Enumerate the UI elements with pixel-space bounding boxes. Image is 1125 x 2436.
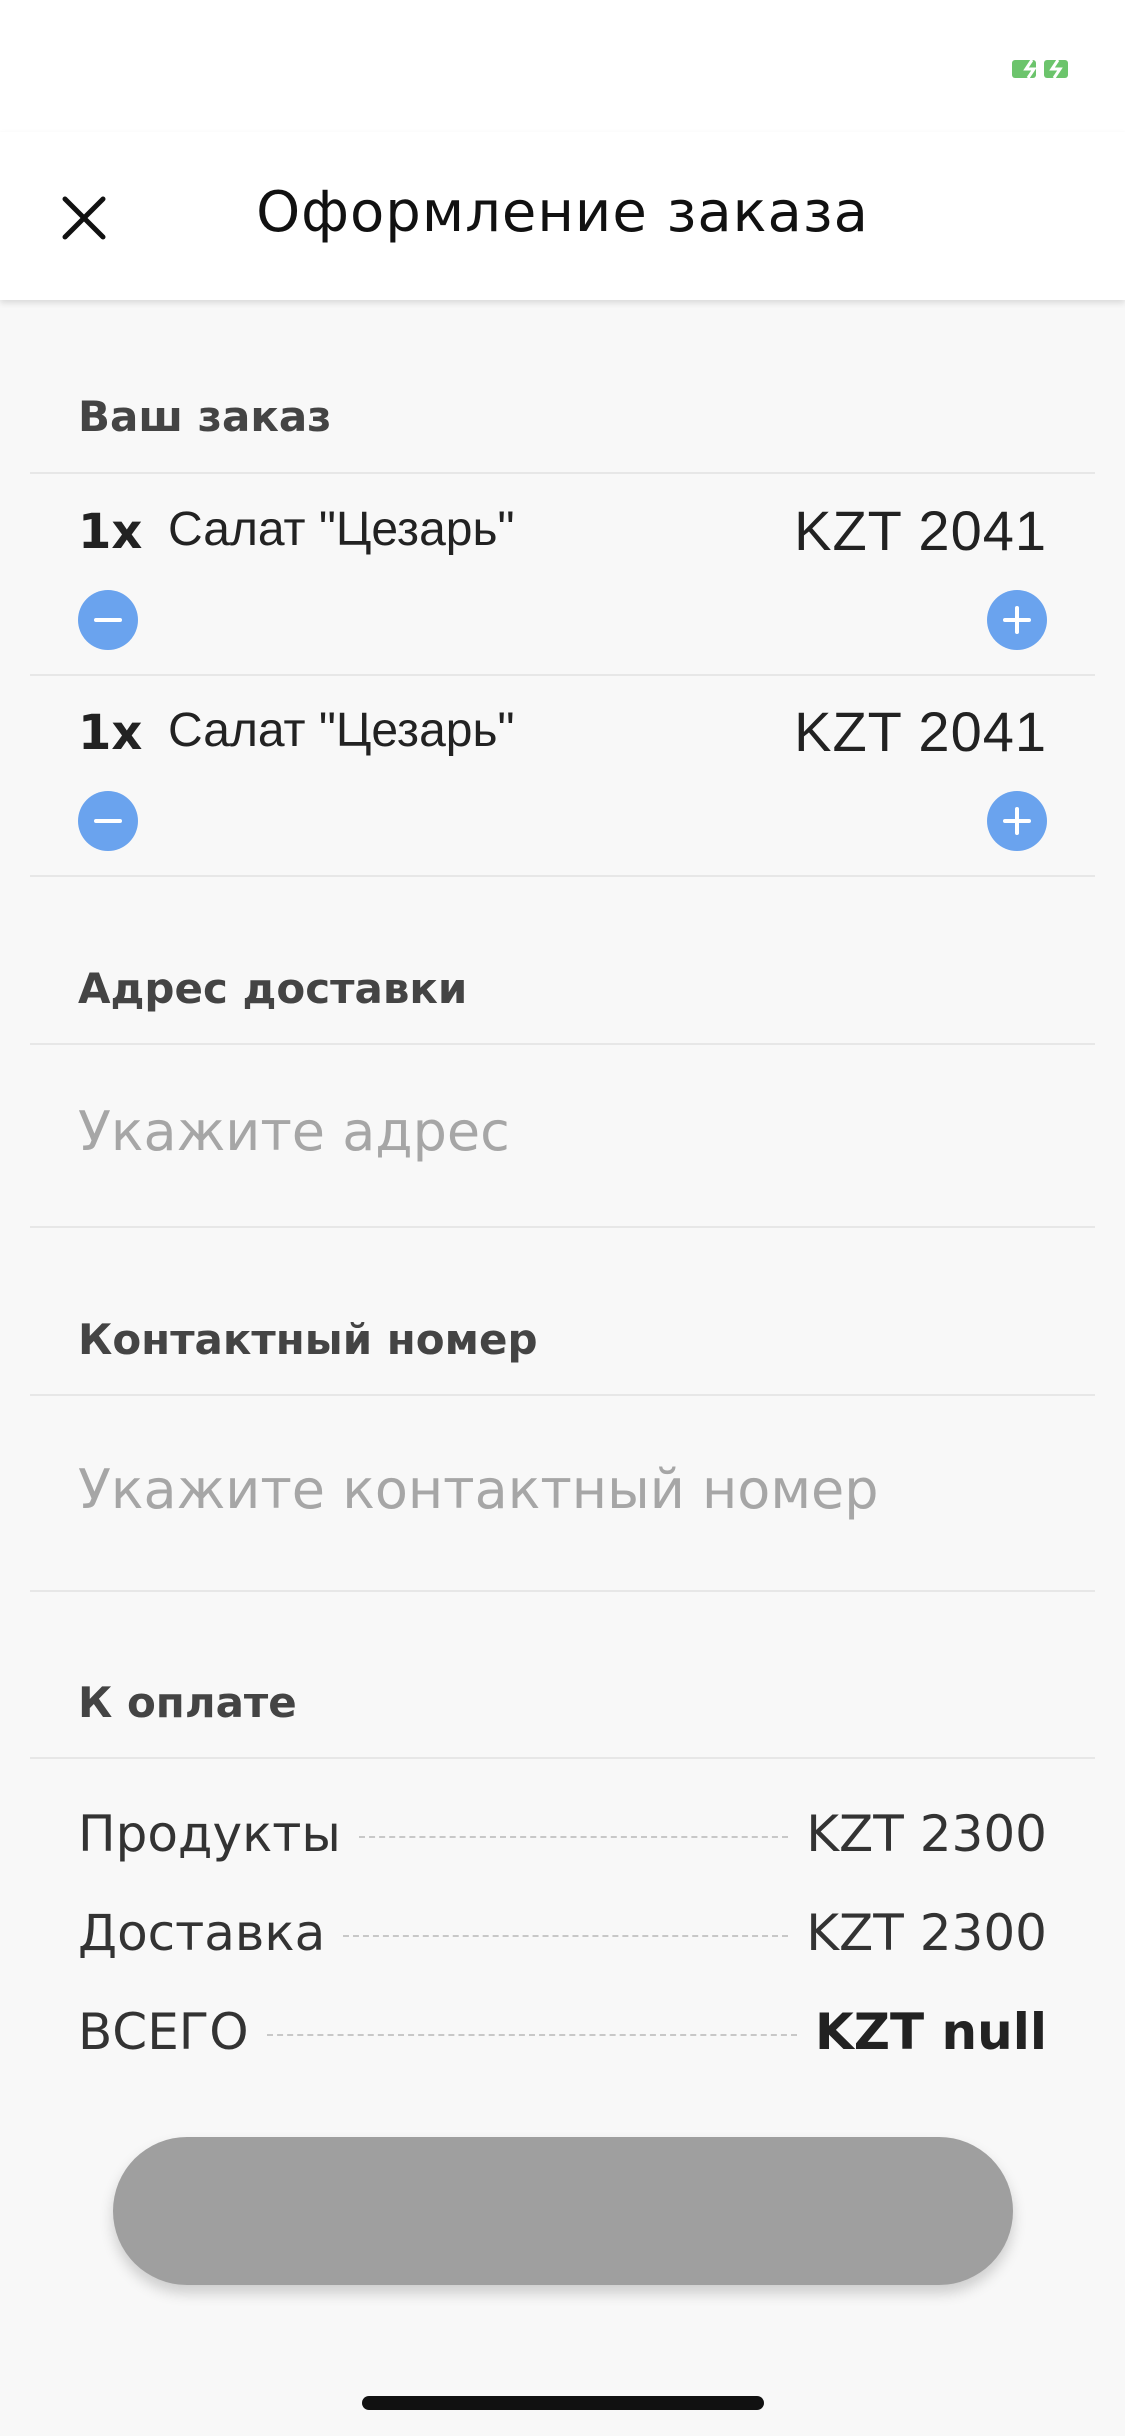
address-input[interactable]: Укажите адрес <box>78 1100 510 1163</box>
page-title: Оформление заказа <box>256 180 869 245</box>
item-quantity: 1x <box>78 504 143 560</box>
summary-value: KZT 2300 <box>806 1805 1047 1863</box>
increase-quantity-button[interactable] <box>987 791 1047 851</box>
divider <box>30 1394 1095 1396</box>
summary-row-delivery: Доставка KZT 2300 <box>78 1898 1047 1968</box>
summary-label: Продукты <box>78 1805 341 1863</box>
summary-row-total: ВСЕГО KZT null <box>78 1997 1047 2067</box>
header-bar: Оформление заказа <box>0 132 1125 300</box>
divider <box>30 1757 1095 1759</box>
divider <box>30 674 1095 676</box>
item-price: KZT 2041 <box>794 499 1047 562</box>
divider <box>30 1590 1095 1592</box>
total-value: KZT null <box>815 2003 1047 2061</box>
item-name: Салат "Цезарь" <box>168 503 515 556</box>
summary-label: Доставка <box>78 1904 326 1962</box>
order-section-title: Ваш заказ <box>78 392 332 441</box>
payment-section-title: К оплате <box>78 1678 297 1727</box>
minus-icon <box>94 618 122 622</box>
status-bar <box>0 0 1125 132</box>
divider <box>30 1043 1095 1045</box>
plus-icon <box>1003 807 1031 835</box>
decrease-quantity-button[interactable] <box>78 791 138 851</box>
plus-icon <box>1003 606 1031 634</box>
address-section-title: Адрес доставки <box>78 964 468 1013</box>
submit-order-button[interactable] <box>113 2137 1013 2285</box>
dotted-leader <box>358 1836 789 1838</box>
battery-charging-icon <box>1012 59 1068 79</box>
minus-icon <box>94 819 122 823</box>
item-name: Салат "Цезарь" <box>168 704 515 757</box>
divider <box>30 875 1095 877</box>
contact-section-title: Контактный номер <box>78 1315 538 1364</box>
dotted-leader <box>266 2034 798 2036</box>
item-price: KZT 2041 <box>794 700 1047 763</box>
item-quantity: 1x <box>78 705 143 761</box>
divider <box>30 1226 1095 1228</box>
decrease-quantity-button[interactable] <box>78 590 138 650</box>
summary-label: ВСЕГО <box>78 2003 249 2061</box>
home-indicator <box>362 2396 764 2410</box>
summary-value: KZT 2300 <box>806 1904 1047 1962</box>
increase-quantity-button[interactable] <box>987 590 1047 650</box>
dotted-leader <box>343 1935 789 1937</box>
phone-input[interactable]: Укажите контактный номер <box>78 1458 879 1521</box>
divider <box>30 472 1095 474</box>
summary-row-products: Продукты KZT 2300 <box>78 1799 1047 1869</box>
